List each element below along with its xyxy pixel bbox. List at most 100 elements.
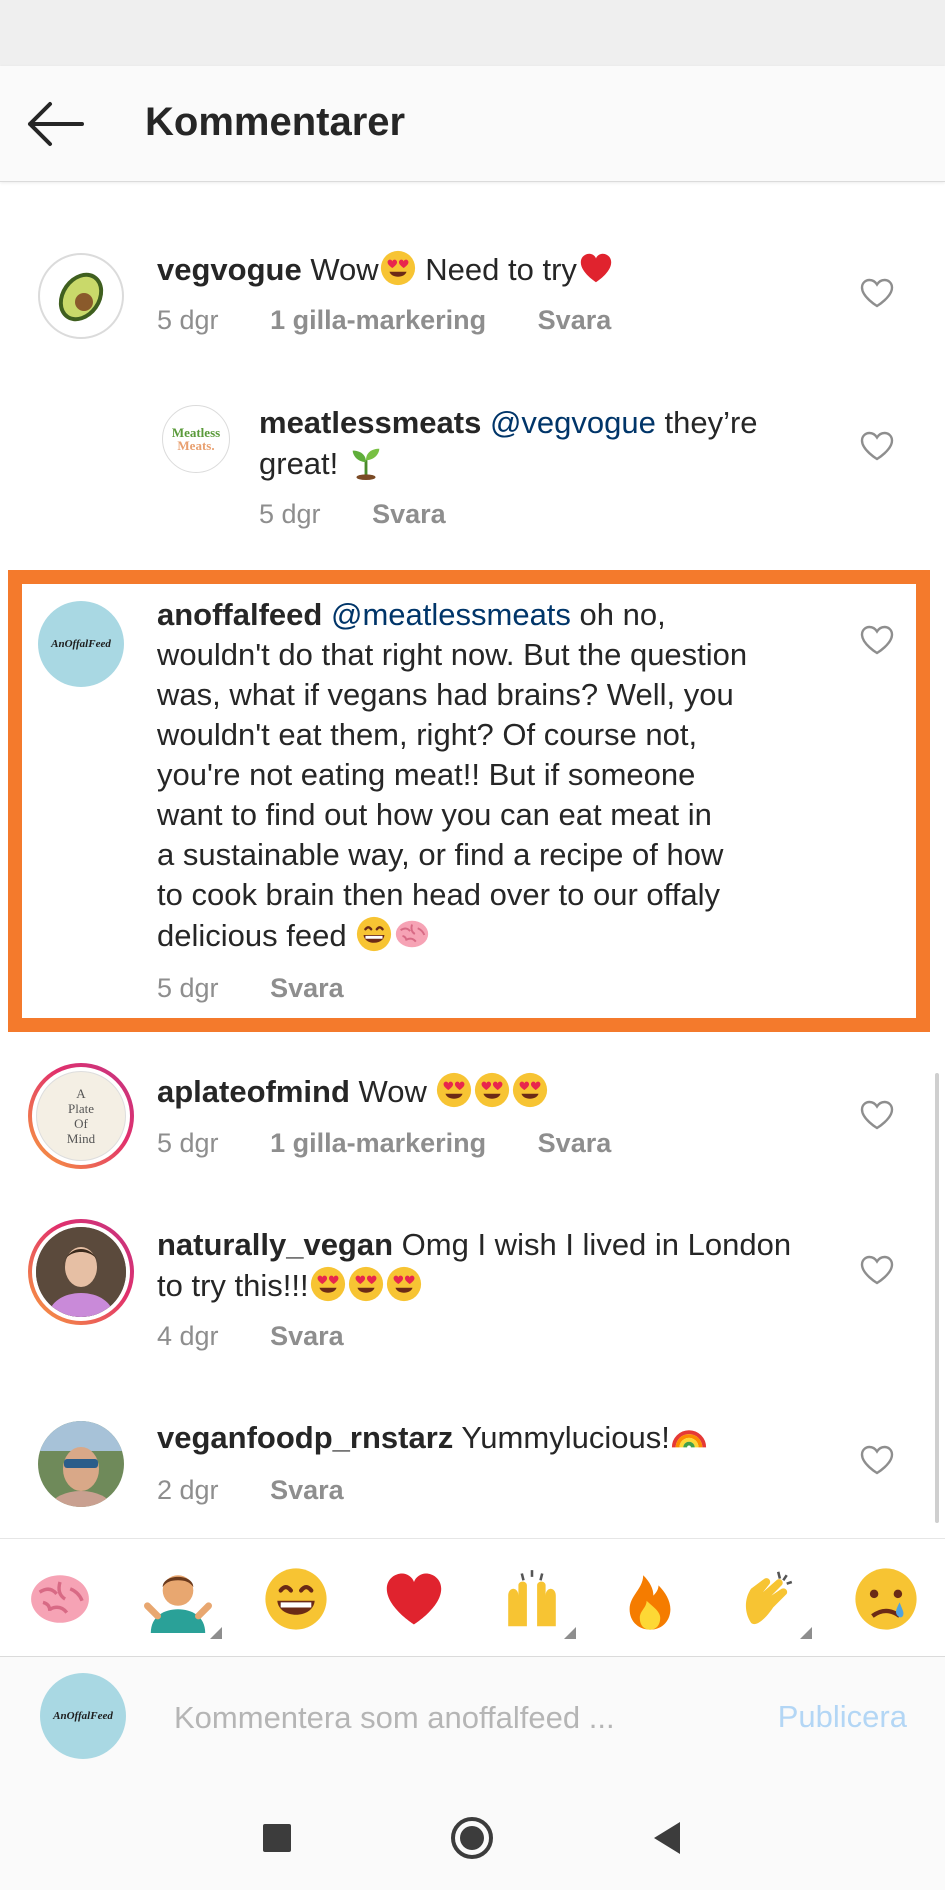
comment-text: Yummylucious!	[461, 1420, 670, 1455]
heart-eyes-icon	[435, 1071, 473, 1109]
like-heart-icon[interactable]	[860, 1445, 894, 1475]
recents-icon[interactable]	[253, 1814, 301, 1862]
comment-username[interactable]: anoffalfeed	[157, 597, 322, 632]
back-icon[interactable]	[644, 1814, 692, 1862]
likes-count[interactable]: 1 gilla-markering	[270, 305, 486, 335]
red-heart-icon	[380, 1565, 448, 1633]
fire-icon	[629, 1575, 671, 1630]
heart-eyes-icon	[309, 1265, 347, 1303]
heart-eyes-icon	[511, 1071, 549, 1109]
comment-username[interactable]: aplateofmind	[157, 1074, 350, 1109]
emoji-quick-bar	[0, 1538, 945, 1656]
comment-username[interactable]: vegvogue	[157, 252, 302, 287]
status-bar	[0, 0, 945, 66]
home-icon[interactable]	[448, 1814, 496, 1862]
comment-text-cont: Need to try	[416, 252, 577, 287]
comment-text: Wow	[310, 252, 379, 287]
comment-text-line: was, what if vegans had brains? Well, yo…	[157, 677, 734, 712]
story-ring[interactable]: A Plate Of Mind	[28, 1063, 134, 1169]
likes-count[interactable]: 1 gilla-markering	[270, 1128, 486, 1158]
story-ring[interactable]	[28, 1219, 134, 1325]
reply-button[interactable]: Svara	[270, 973, 344, 1003]
like-heart-icon[interactable]	[860, 1100, 894, 1130]
comment-input[interactable]	[174, 1695, 714, 1741]
comment-time: 5 dgr	[157, 973, 219, 1003]
reply-button[interactable]: Svara	[270, 1475, 344, 1505]
brain-icon	[26, 1565, 94, 1633]
reply-button[interactable]: Svara	[538, 305, 612, 335]
reply-button[interactable]: Svara	[538, 1128, 612, 1158]
grin-icon	[262, 1565, 330, 1633]
comment-time: 5 dgr	[157, 1128, 219, 1158]
comment-text-line: a sustainable way, or find a recipe of h…	[157, 837, 724, 872]
avatar[interactable]: Meatless Meats.	[162, 405, 230, 473]
comment-text-line: oh no,	[570, 597, 666, 632]
crying-face-emoji-button[interactable]	[852, 1565, 920, 1633]
anoffalfeed-logo: AnOffalFeed	[40, 1673, 126, 1759]
like-heart-icon[interactable]	[860, 278, 894, 308]
like-heart-icon[interactable]	[860, 1255, 894, 1285]
comment-time: 5 dgr	[259, 499, 321, 529]
mention-link[interactable]: @meatlessmeats	[331, 597, 571, 632]
publish-button[interactable]: Publicera	[778, 1699, 907, 1735]
comment-text-line: wouldn't do that right now. But the ques…	[157, 637, 748, 672]
avatar	[36, 1227, 126, 1317]
comment-username[interactable]: naturally_vegan	[157, 1227, 393, 1262]
skin-tone-indicator	[564, 1627, 576, 1639]
avatar[interactable]	[38, 253, 124, 339]
meatless-meats-logo: Meatless Meats.	[171, 425, 221, 453]
comment-time: 5 dgr	[157, 305, 219, 335]
comment-text: Omg I wish I lived in London	[401, 1227, 792, 1262]
comment-text: they’re	[655, 405, 758, 440]
comment-text-cont: great!	[259, 446, 339, 481]
brain-emoji-button[interactable]	[26, 1565, 94, 1633]
shrug-emoji-button[interactable]	[144, 1565, 222, 1639]
profile-photo	[38, 1421, 124, 1507]
seedling-icon	[347, 443, 385, 481]
anoffalfeed-logo: AnOffalFeed	[38, 601, 124, 687]
grin-icon	[355, 915, 393, 953]
clapping-hands-emoji-button[interactable]	[734, 1565, 812, 1639]
red-heart-icon	[577, 249, 615, 287]
reply-button[interactable]: Svara	[270, 1321, 344, 1351]
comment-text-line: want to find out how you can eat meat in	[157, 797, 712, 832]
profile-photo	[36, 1227, 126, 1317]
crying-face-icon	[855, 1568, 917, 1630]
comment-text: Wow	[358, 1074, 436, 1109]
aplateofmind-logo: A Plate Of Mind	[66, 1086, 96, 1146]
comment-time: 2 dgr	[157, 1475, 219, 1505]
raising-hands-icon	[508, 1570, 556, 1627]
avatar[interactable]: AnOffalFeed	[38, 601, 124, 687]
mention-link[interactable]: @vegvogue	[490, 405, 656, 440]
comment-text-line: to cook brain then head over to our offa…	[157, 877, 720, 912]
comment-text-line: you're not eating meat!! But if someone	[157, 757, 696, 792]
reply-button[interactable]: Svara	[372, 499, 446, 529]
comment-text-line: delicious feed	[157, 918, 356, 953]
comment-text-line: wouldn't eat them, right? Of course not,	[157, 717, 698, 752]
heart-eyes-icon	[379, 249, 417, 287]
comments-list[interactable]: vegvogue Wow Need to try 5 dgr 1 gilla-m…	[0, 183, 945, 1538]
comment-time: 4 dgr	[157, 1321, 219, 1351]
comment-text-cont: to try this!!!	[157, 1268, 309, 1303]
like-heart-icon[interactable]	[860, 625, 894, 655]
heart-eyes-icon	[347, 1265, 385, 1303]
heart-eyes-icon	[473, 1071, 511, 1109]
scrollbar[interactable]	[935, 1073, 939, 1523]
fire-emoji-button[interactable]	[616, 1565, 684, 1633]
shrug-icon	[144, 1575, 212, 1633]
like-heart-icon[interactable]	[860, 431, 894, 461]
brain-icon	[393, 915, 431, 953]
grin-emoji-button[interactable]	[262, 1565, 330, 1633]
header: Kommentarer	[0, 66, 945, 182]
heart-eyes-icon	[385, 1265, 423, 1303]
avatar[interactable]	[38, 1421, 124, 1507]
red-heart-emoji-button[interactable]	[380, 1565, 448, 1633]
rainbow-icon	[670, 1417, 708, 1455]
back-arrow-icon[interactable]	[22, 96, 88, 152]
avatar: A Plate Of Mind	[36, 1071, 126, 1161]
raising-hands-emoji-button[interactable]	[498, 1565, 576, 1639]
system-nav-bar	[0, 1778, 945, 1890]
clapping-hands-icon	[745, 1571, 793, 1625]
comment-username[interactable]: meatlessmeats	[259, 405, 481, 440]
comment-username[interactable]: veganfoodp_rnstarz	[157, 1420, 453, 1455]
